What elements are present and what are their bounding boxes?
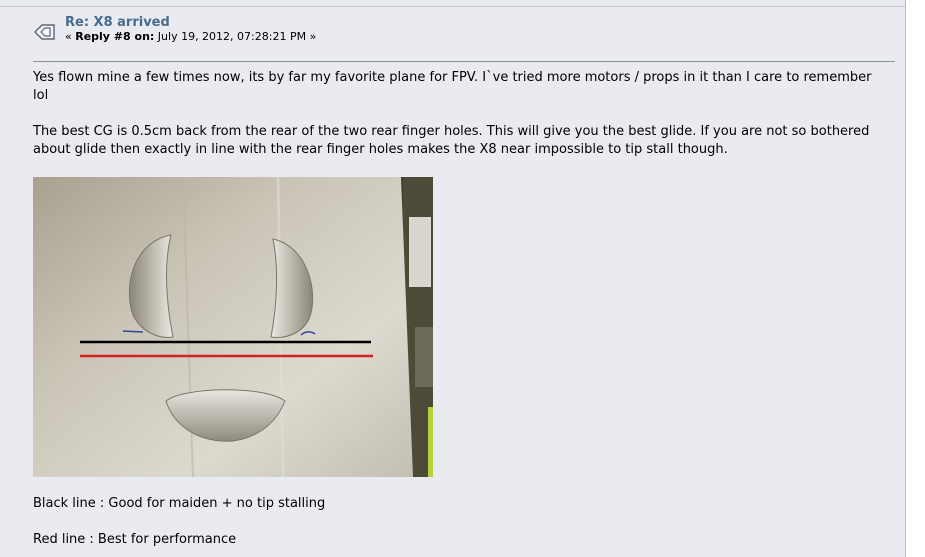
- post-date: July 19, 2012, 07:28:21 PM »: [154, 30, 317, 43]
- post-paragraph-1: Yes flown mine a few times now, its by f…: [33, 70, 872, 103]
- cg-photo: [33, 177, 433, 477]
- caption-red-line: Red line : Best for performance: [33, 532, 237, 547]
- reply-label: Reply #8 on:: [75, 30, 155, 43]
- caption-black-line: Black line : Good for maiden + no tip st…: [33, 496, 326, 511]
- post-topic-icon: [34, 24, 55, 40]
- post-divider: [33, 61, 895, 62]
- post-title-link[interactable]: Re: X8 arrived: [65, 15, 170, 30]
- right-gutter: [906, 0, 925, 557]
- post-paragraph-2: The best CG is 0.5cm back from the rear …: [33, 124, 870, 157]
- post-meta: « Reply #8 on: July 19, 2012, 07:28:21 P…: [65, 30, 316, 43]
- meta-prefix: «: [65, 30, 76, 43]
- top-separator: [0, 6, 906, 7]
